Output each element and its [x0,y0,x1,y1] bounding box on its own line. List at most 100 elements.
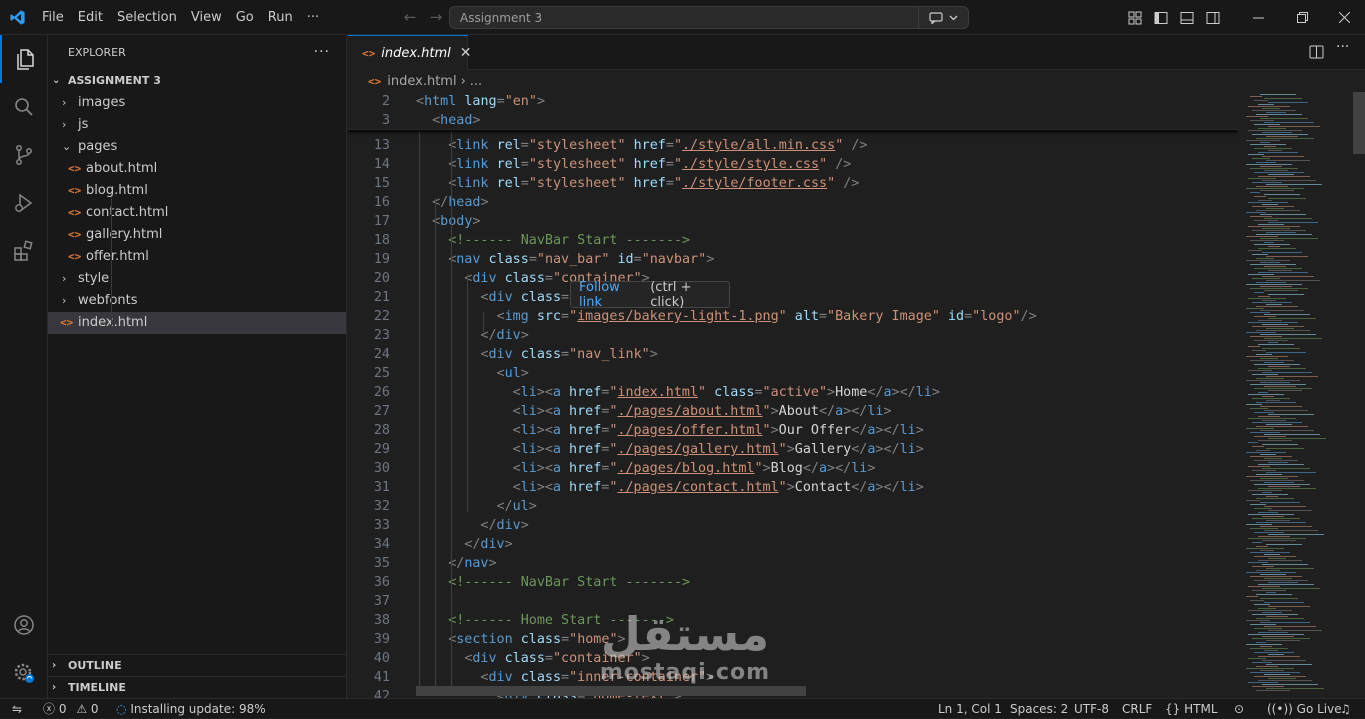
minimap[interactable] [1238,92,1365,698]
minimap-line [1260,190,1294,191]
code-line[interactable]: </div> [480,326,528,345]
tree-item[interactable]: › images [48,92,346,114]
update-status[interactable]: ◌ Installing update: 98% [116,699,266,719]
back-arrow-icon[interactable]: ← [397,0,423,35]
tree-item[interactable]: › js [48,114,346,136]
language-mode[interactable]: {} HTML [1165,699,1218,719]
cursor-position[interactable]: Ln 1, Col 1 [938,699,1002,719]
menu-item[interactable]: File [35,0,71,35]
source-control-icon[interactable] [0,131,48,179]
minimap-line [1260,526,1312,527]
breadcrumb-file[interactable]: index.html [387,74,456,89]
code-line[interactable]: <!------ NavBar Start -------> [448,573,690,592]
tree-item[interactable]: <> blog.html [48,180,346,202]
tree-item[interactable]: <> gallery.html [48,224,346,246]
extensions-icon[interactable] [0,227,48,275]
outline-section-header[interactable]: › OUTLINE [48,654,347,676]
code-line[interactable]: </head> [432,193,488,212]
problems-indicator[interactable]: ⓧ 0 ⚠ 0 [43,699,99,719]
code-line[interactable]: <li><a href="index.html" class="active">… [513,383,940,402]
code-line[interactable]: <li><a href="./pages/about.html">About</… [513,402,892,421]
code-line[interactable]: <!------ NavBar Start -------> [448,231,690,250]
restore-window-icon[interactable] [1280,0,1324,35]
code-line[interactable]: <li><a href="./pages/offer.html">Our Off… [513,421,924,440]
code-line[interactable]: </nav> [448,554,496,573]
indent-guide [483,312,485,332]
run-and-debug-icon[interactable] [0,179,48,227]
tab-index-html[interactable]: <> index.html ✕ [348,35,472,70]
copilot-menu[interactable] [918,7,968,28]
vertical-scrollbar[interactable] [1353,92,1365,154]
tree-item[interactable]: <> contact.html [48,202,346,224]
line-number: 34 [373,537,390,552]
go-live-button[interactable]: ((•)) Go Live [1267,699,1342,719]
tree-item[interactable]: <> about.html [48,158,346,180]
code-line[interactable]: </div> [480,516,528,535]
menu-item[interactable]: Run [261,0,300,35]
code-line[interactable]: <link rel="stylesheet" href="./style/sty… [448,155,851,174]
follow-link-action[interactable]: Follow link [579,280,646,310]
toggle-secondary-sidebar-icon[interactable] [1200,0,1226,35]
explorer-files-icon[interactable] [0,35,48,83]
menu-item[interactable]: Go [229,0,261,35]
accounts-icon[interactable] [0,601,48,649]
remote-indicator-icon[interactable]: ⇋ [0,699,34,719]
tree-item[interactable]: <> index.html [48,312,346,334]
menu-item[interactable]: Edit [71,0,110,35]
encoding[interactable]: UTF-8 [1074,699,1109,719]
minimap-line [1268,366,1290,367]
manage-gear-icon[interactable] [0,649,48,697]
toggle-primary-sidebar-icon[interactable] [1148,0,1174,35]
code-line[interactable]: </ul> [497,497,537,516]
customize-layout-icon[interactable] [1122,0,1148,35]
minimap-line [1248,250,1262,251]
workspace-folder-header[interactable]: ⌄ ASSIGNMENT 3 [48,70,346,92]
notifications-bell-icon[interactable]: ♫ [1340,699,1351,719]
minimap-line [1254,604,1270,605]
code-line[interactable]: <ul> [497,364,529,383]
minimap-line [1262,204,1278,205]
code-editor[interactable]: 13 <link rel="stylesheet" href="./style/a… [348,92,1238,698]
code-line[interactable]: <img src="images/bakery-light-1.png" alt… [497,307,1037,326]
indentation[interactable]: Spaces: 2 [1010,699,1068,719]
code-line[interactable]: <li><a href="./pages/contact.html">Conta… [513,478,924,497]
tree-item[interactable]: › webfonts [48,290,346,312]
tree-item[interactable]: › style [48,268,346,290]
html-file-icon: <> [68,250,82,263]
code-line[interactable]: <nav class="nav_bar" id="navbar"> [448,250,714,269]
menu-item[interactable]: View [184,0,229,35]
end-of-line[interactable]: CRLF [1122,699,1152,719]
sticky-code-line[interactable]: <html lang="en"> [416,92,545,111]
code-line[interactable]: <link rel="stylesheet" href="./style/foo… [448,174,859,193]
code-line[interactable]: <li><a href="./pages/gallery.html">Galle… [513,440,924,459]
html-file-icon: <> [368,74,382,88]
breadcrumb-symbol[interactable]: ... [470,74,482,89]
code-line[interactable]: <link rel="stylesheet" href="./style/all… [448,136,867,155]
tree-item[interactable]: ⌄ pages [48,136,346,158]
minimap-line [1250,408,1268,409]
tree-item[interactable]: <> offer.html [48,246,346,268]
close-window-icon[interactable] [1324,0,1365,35]
split-editor-icon[interactable] [1309,45,1324,63]
more-actions-icon[interactable]: ··· [314,35,330,70]
sticky-code-line[interactable]: <head> [432,111,480,130]
code-line[interactable]: <li><a href="./pages/blog.html">Blog</a>… [513,459,876,478]
search-icon[interactable] [0,83,48,131]
code-line[interactable]: <div class="nav_link"> [480,345,657,364]
close-tab-icon[interactable]: ✕ [460,45,472,61]
toggle-panel-icon[interactable] [1174,0,1200,35]
more-menu-icon[interactable]: ··· [300,0,326,35]
code-line[interactable]: <body> [432,212,480,231]
code-line[interactable]: </div> [464,535,512,554]
timeline-label: TIMELINE [68,681,126,694]
copilot-status-icon[interactable]: ⊙ [1234,699,1244,719]
menu-item[interactable]: Selection [110,0,184,35]
minimize-window-icon[interactable] [1236,0,1280,35]
editor-more-actions-icon[interactable]: ··· [1336,39,1349,55]
command-center-search[interactable]: Assignment 3 [449,6,969,29]
forward-arrow-icon[interactable]: → [423,0,449,35]
minimap-line [1264,554,1280,555]
minimap-line [1262,108,1280,109]
minimap-line [1260,358,1278,359]
timeline-section-header[interactable]: › TIMELINE [48,676,347,698]
